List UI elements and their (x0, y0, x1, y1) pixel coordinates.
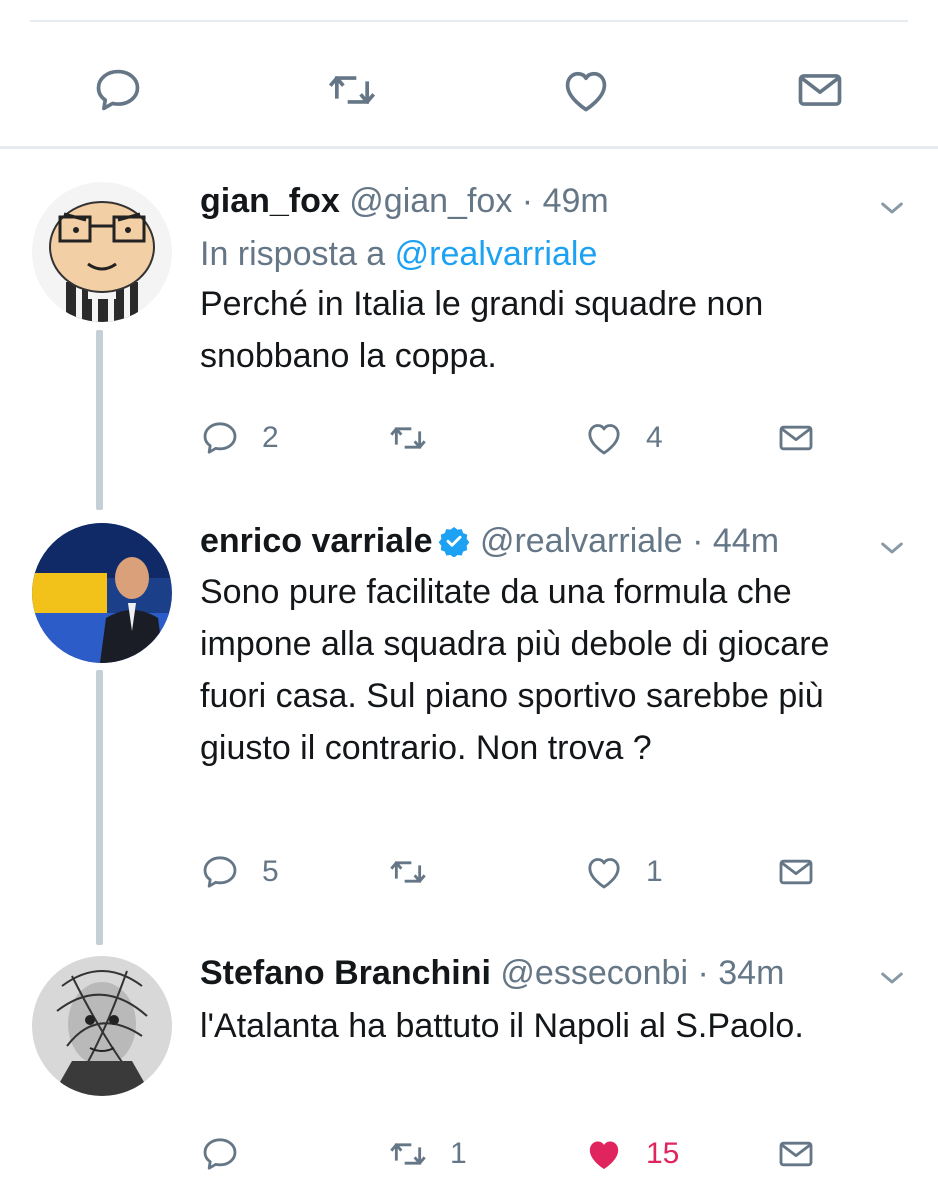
section-divider (0, 146, 938, 149)
reply-icon (200, 852, 240, 892)
direct-message-icon (794, 64, 846, 116)
reply-icon (92, 64, 144, 116)
reply-button[interactable]: 2 (200, 408, 279, 468)
tweet-header: Stefano Branchini @esseconbi · 34m (200, 952, 878, 994)
reply-icon (200, 418, 240, 458)
retweet-button[interactable] (388, 842, 450, 902)
author-handle[interactable]: @esseconbi (500, 954, 688, 992)
like-icon (584, 418, 624, 458)
reply-count: 2 (262, 421, 279, 454)
avatar-image (32, 523, 172, 663)
direct-message-button[interactable] (776, 408, 816, 468)
author-handle[interactable]: @gian_fox (349, 182, 512, 220)
separator-dot: · (692, 522, 704, 560)
author-handle[interactable]: @realvarriale (480, 522, 683, 560)
tweet-actions: 1 15 (200, 1124, 840, 1184)
main-tweet-actions (0, 50, 938, 130)
direct-message-icon (776, 418, 816, 458)
chevron-down-icon[interactable] (876, 192, 908, 224)
timestamp[interactable]: 49m (543, 182, 609, 220)
chevron-down-icon[interactable] (876, 532, 908, 564)
chevron-down-icon[interactable] (876, 962, 908, 994)
reply-prefix: In risposta a (200, 235, 386, 273)
reply-to-handle-link[interactable]: @realvarriale (395, 235, 598, 273)
author-name[interactable]: gian_fox (200, 182, 340, 220)
like-icon (584, 852, 624, 892)
separator-dot: · (697, 954, 709, 992)
heart-filled-icon (584, 1134, 624, 1174)
avatar[interactable] (32, 523, 172, 663)
reply-button[interactable] (200, 1124, 262, 1184)
separator-dot: · (521, 182, 534, 220)
direct-message-button[interactable] (790, 50, 850, 130)
direct-message-icon (776, 852, 816, 892)
avatar[interactable] (32, 182, 172, 322)
like-button[interactable]: 1 (584, 842, 663, 902)
direct-message-button[interactable] (776, 842, 816, 902)
like-button[interactable]: 4 (584, 408, 663, 468)
retweet-button[interactable]: 1 (388, 1124, 467, 1184)
top-divider (30, 20, 908, 22)
reply-count: 5 (262, 855, 279, 888)
tweet-text: Perché in Italia le grandi squadre non s… (200, 285, 764, 375)
direct-message-icon (776, 1134, 816, 1174)
author-name[interactable]: enrico varriale (200, 522, 432, 560)
retweet-icon (388, 852, 428, 892)
reply-icon (200, 1134, 240, 1174)
verified-badge-icon (439, 527, 470, 557)
reply-context: In risposta a @realvarriale (200, 232, 878, 276)
like-count: 1 (646, 855, 663, 888)
avatar-image (32, 956, 172, 1096)
thread-connector (96, 670, 103, 945)
timestamp[interactable]: 44m (713, 522, 779, 560)
like-button[interactable] (556, 50, 616, 130)
retweet-icon (326, 64, 378, 116)
retweet-icon (388, 1134, 428, 1174)
reply-button[interactable] (88, 50, 148, 130)
direct-message-button[interactable] (776, 1124, 816, 1184)
tweet-header: gian_fox @gian_fox · 49m (200, 180, 878, 222)
like-count: 4 (646, 421, 663, 454)
retweet-button[interactable] (322, 50, 382, 130)
author-name[interactable]: Stefano Branchini (200, 954, 491, 992)
like-count: 15 (646, 1137, 680, 1170)
tweet-text: l'Atalanta ha battuto il Napoli al S.Pao… (200, 1007, 804, 1045)
avatar[interactable] (32, 956, 172, 1096)
reply-button[interactable]: 5 (200, 842, 279, 902)
retweet-icon (388, 418, 428, 458)
retweet-button[interactable] (388, 408, 450, 468)
timestamp[interactable]: 34m (718, 954, 784, 992)
avatar-image (32, 182, 172, 322)
tweet-actions: 2 4 (200, 408, 840, 468)
tweet-text: Sono pure facilitate da una formula che … (200, 573, 830, 767)
thread-connector (96, 330, 103, 510)
tweet-header: enrico varriale @realvarriale · 44m (200, 520, 878, 562)
tweet-actions: 5 1 (200, 842, 840, 902)
like-icon (560, 64, 612, 116)
like-button-liked[interactable]: 15 (584, 1124, 679, 1184)
retweet-count: 1 (450, 1137, 467, 1170)
